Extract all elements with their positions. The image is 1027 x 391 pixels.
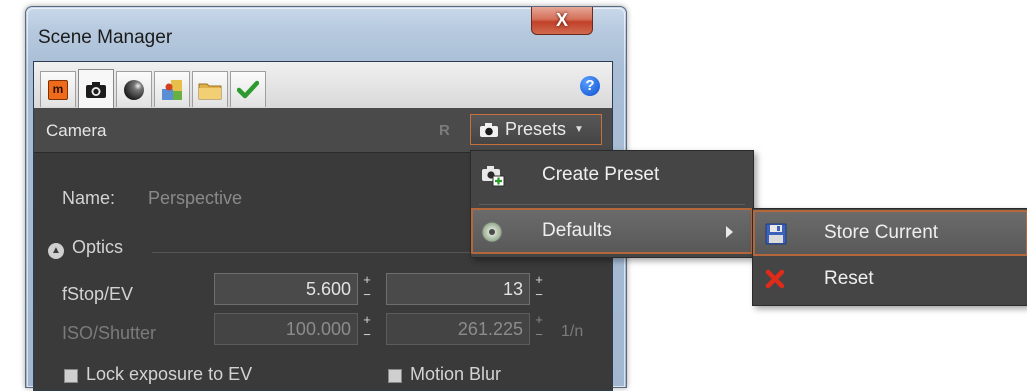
motion-blur-label: Motion Blur <box>410 364 502 384</box>
red-x-icon <box>765 269 785 289</box>
materials-icon <box>162 79 182 100</box>
menu-item-store-current[interactable]: Store Current <box>753 210 1027 256</box>
camera-add-icon <box>482 166 505 187</box>
section-title: Camera <box>46 121 107 140</box>
tab-render[interactable] <box>230 71 266 107</box>
menu-separator <box>479 204 745 205</box>
fstop-label: fStop/EV <box>62 284 134 304</box>
motion-blur-checkbox[interactable] <box>388 369 402 383</box>
close-button[interactable]: X <box>531 7 593 35</box>
iso-spinner[interactable]: + − <box>362 313 372 346</box>
optics-section-label: Optics <box>72 237 124 257</box>
presets-label: Presets <box>505 119 567 139</box>
disc-icon <box>481 221 503 243</box>
camera-icon <box>86 81 106 98</box>
name-label: Name: <box>62 188 116 208</box>
iso-shutter-label: ISO/Shutter <box>62 323 157 343</box>
camera-icon <box>480 122 498 137</box>
shutter-spinner[interactable]: + − <box>534 313 544 346</box>
lock-exposure-checkbox[interactable] <box>64 369 78 383</box>
ev-field[interactable]: 13 <box>386 273 530 305</box>
defaults-label: Defaults <box>542 220 612 241</box>
camera-name-value[interactable]: Perspective <box>148 188 242 209</box>
chevron-down-icon: ▼ <box>574 124 584 135</box>
fstop-spinner[interactable]: + − <box>362 273 372 306</box>
create-preset-label: Create Preset <box>542 164 660 185</box>
help-icon[interactable]: ? <box>580 76 600 96</box>
presets-button[interactable]: Presets ▼ <box>470 114 602 145</box>
maxwell-logo-icon: m <box>48 79 68 100</box>
tab-environment[interactable] <box>116 71 152 107</box>
menu-item-create-preset[interactable]: Create Preset <box>471 151 753 201</box>
floppy-disk-icon <box>765 223 787 245</box>
lock-exposure-label: Lock exposure to EV <box>86 364 253 384</box>
menu-item-defaults[interactable]: Defaults <box>471 208 753 254</box>
window-title: Scene Manager <box>38 27 173 48</box>
chevron-right-icon <box>726 226 733 238</box>
reset-button[interactable]: R <box>439 122 450 139</box>
defaults-submenu: Store Current Reset <box>752 208 1027 306</box>
reset-label: Reset <box>824 268 874 289</box>
presets-menu: Create Preset Defaults <box>470 150 754 258</box>
menu-item-reset[interactable]: Reset <box>753 257 1027 303</box>
tab-bar: m ? <box>34 62 612 109</box>
section-divider <box>152 252 482 253</box>
sphere-icon <box>124 79 144 100</box>
checkmark-icon <box>237 80 259 98</box>
fstop-field[interactable]: 5.600 <box>214 273 358 305</box>
camera-header: Camera R Presets ▼ <box>34 108 612 153</box>
ev-spinner[interactable]: + − <box>534 273 544 306</box>
shutter-field[interactable]: 261.225 <box>386 313 530 345</box>
store-current-label: Store Current <box>824 222 939 243</box>
folder-icon <box>198 83 222 99</box>
iso-field[interactable]: 100.000 <box>214 313 358 345</box>
tab-camera[interactable] <box>78 69 114 109</box>
shutter-unit: 1/n <box>561 323 584 340</box>
tab-materials[interactable] <box>154 71 190 107</box>
collapse-icon[interactable]: ▲ <box>48 243 64 259</box>
tab-maxwell[interactable]: m <box>40 71 76 107</box>
tab-folder[interactable] <box>192 71 228 107</box>
